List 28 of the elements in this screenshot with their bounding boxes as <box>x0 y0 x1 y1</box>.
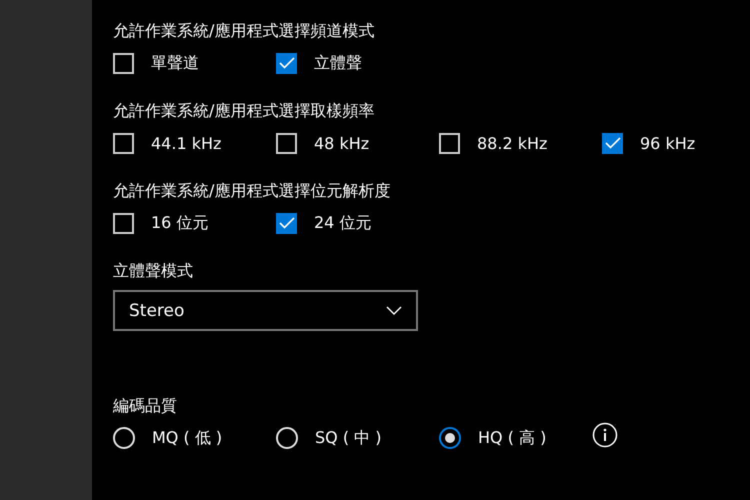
radio-button[interactable] <box>439 427 461 449</box>
checkbox[interactable] <box>276 212 297 234</box>
checkbox[interactable] <box>113 212 134 234</box>
checkbox-label: 44.1 kHz <box>151 134 222 152</box>
stereo-mode-dropdown[interactable]: Stereo <box>113 290 418 331</box>
dropdown-label: 立體聲模式 <box>113 260 194 282</box>
checkbox[interactable] <box>113 132 134 154</box>
group-label: 允許作業系統/應用程式選擇位元解析度 <box>113 180 392 202</box>
group-label: 允許作業系統/應用程式選擇頻道模式 <box>113 20 376 42</box>
checkbox-label: 立體聲 <box>314 52 362 74</box>
checkbox[interactable] <box>276 132 297 154</box>
checkbox-label: 88.2 kHz <box>477 134 548 152</box>
radio-label: SQ ( 中 ) <box>315 428 382 448</box>
radio-group-label: 編碼品質 <box>113 395 178 417</box>
checkbox[interactable] <box>113 52 134 74</box>
chevron-down-icon <box>386 306 402 315</box>
checkbox[interactable] <box>602 132 623 154</box>
checkbox[interactable] <box>439 132 460 154</box>
checkbox[interactable] <box>276 52 297 74</box>
checkbox-label: 48 kHz <box>314 134 370 152</box>
checkbox-label: 單聲道 <box>151 52 199 74</box>
checkbox-label: 24 位元 <box>314 212 372 234</box>
group-label: 允許作業系統/應用程式選擇取樣頻率 <box>113 100 376 122</box>
radio-label: MQ ( 低 ) <box>152 428 222 448</box>
checkbox-label: 96 kHz <box>640 134 696 152</box>
radio-label: HQ ( 高 ) <box>478 428 546 448</box>
info-icon[interactable] <box>592 422 618 448</box>
checkbox-label: 16 位元 <box>151 212 208 234</box>
